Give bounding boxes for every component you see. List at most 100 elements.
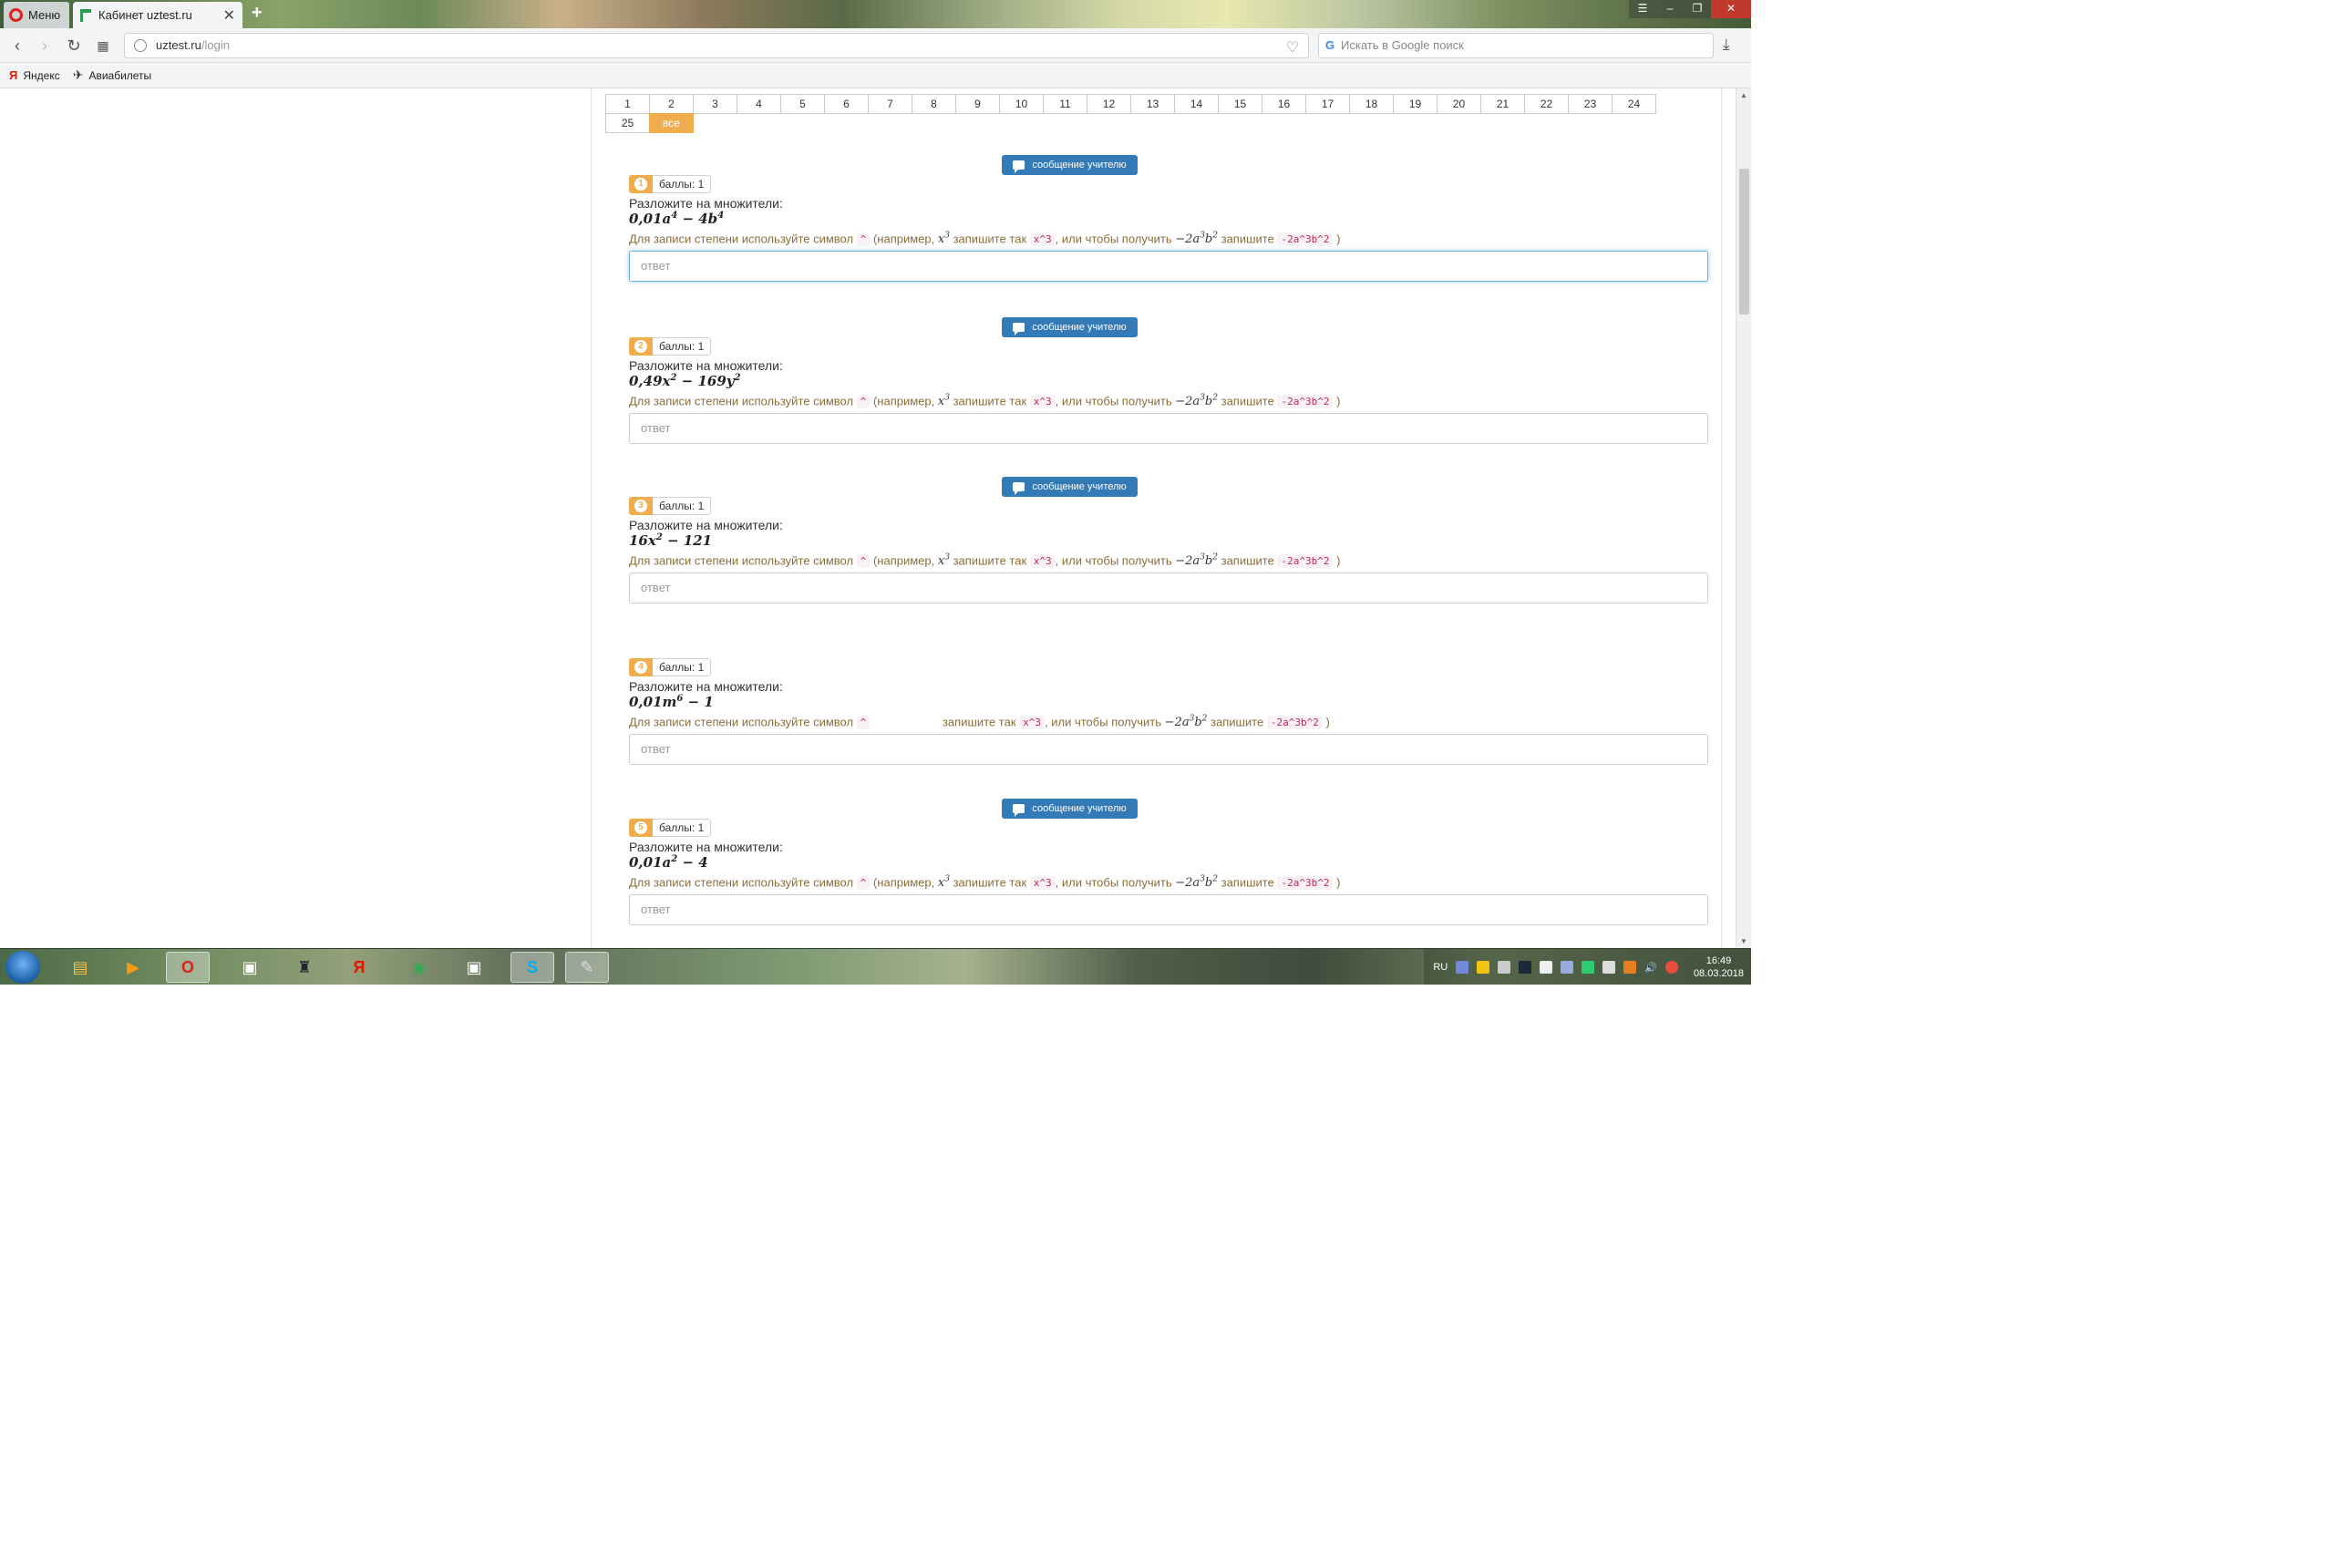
hint-text: , или чтобы получить — [1055, 232, 1172, 246]
forward-arrow-icon[interactable]: › — [35, 36, 55, 56]
tab-close-icon[interactable]: ✕ — [223, 6, 235, 25]
question-prompt: Разложите на множители: — [629, 840, 783, 854]
bookmark-yandex[interactable]: Я Яндекс — [9, 68, 60, 82]
window-menu-icon[interactable]: ☰ — [1629, 0, 1656, 18]
minimize-icon[interactable]: – — [1656, 0, 1684, 18]
hint-text: (например, — [872, 232, 935, 246]
question-number-badge: 4 — [629, 658, 653, 676]
hint-x3-code: x^3 — [1029, 232, 1056, 247]
hint-text: запишите так — [953, 232, 1027, 246]
pagination-item[interactable]: 7 — [868, 94, 912, 114]
pagination-item[interactable]: 9 — [955, 94, 1000, 114]
pagination-item[interactable]: все — [649, 113, 694, 133]
page-scrollbar[interactable]: ▲ ▼ — [1736, 88, 1751, 948]
clock[interactable]: 16:49 08.03.2018 — [1694, 954, 1744, 980]
bookmark-aviabilety[interactable]: ✈ Авиабилеты — [73, 67, 151, 83]
message-teacher-button[interactable]: сообщение учителю — [1002, 155, 1138, 175]
hint-text: ) — [1336, 394, 1341, 408]
chrome-icon[interactable]: ◉ — [397, 952, 441, 983]
answer-input[interactable]: ответ — [629, 894, 1708, 925]
pagination-item[interactable]: 18 — [1349, 94, 1394, 114]
new-tab-plus-icon[interactable]: + — [252, 3, 263, 24]
pagination-item[interactable]: 23 — [1568, 94, 1613, 114]
tray-app3-icon[interactable] — [1540, 961, 1553, 974]
pagination-item[interactable]: 22 — [1524, 94, 1569, 114]
tab-active[interactable]: Кабинет uztest.ru ✕ — [73, 2, 242, 28]
opera-taskbar-icon[interactable]: O — [166, 952, 210, 983]
pagination-item[interactable]: 20 — [1437, 94, 1481, 114]
hint-text: Для записи степени используйте символ — [629, 553, 854, 568]
pagination-item[interactable]: 1 — [605, 94, 650, 114]
pagination-item[interactable]: 8 — [912, 94, 956, 114]
answer-input[interactable]: ответ — [629, 734, 1708, 765]
pagination-item[interactable]: 21 — [1480, 94, 1525, 114]
pagination-item[interactable]: 11 — [1043, 94, 1087, 114]
message-teacher-button[interactable]: сообщение учителю — [1002, 799, 1138, 819]
hint-x3-code: x^3 — [1019, 716, 1046, 730]
pagination-item[interactable]: 13 — [1130, 94, 1175, 114]
pagination-item[interactable]: 15 — [1218, 94, 1262, 114]
search-placeholder: Искать в Google поиск — [1341, 38, 1464, 52]
scroll-down-arrow-icon[interactable]: ▼ — [1740, 937, 1747, 945]
pagination-item[interactable]: 6 — [824, 94, 869, 114]
speed-dial-grid-icon[interactable]: ▦ — [93, 36, 113, 56]
discord-tray-icon[interactable] — [1456, 961, 1469, 974]
pagination-item[interactable]: 3 — [693, 94, 737, 114]
question-prompt: Разложите на множители: — [629, 358, 783, 373]
hint-text: запишите — [1221, 232, 1274, 246]
yandex-browser-icon[interactable]: Я — [337, 952, 381, 983]
pagination-item[interactable]: 12 — [1087, 94, 1131, 114]
hint-text: запишите так — [953, 553, 1027, 568]
download-icon[interactable]: ⤓ — [1723, 36, 1730, 54]
pagination-item[interactable]: 5 — [780, 94, 825, 114]
pagination-item[interactable]: 17 — [1305, 94, 1350, 114]
heart-icon[interactable]: ♡ — [1286, 36, 1299, 60]
steam-tray-icon[interactable] — [1519, 961, 1532, 974]
skype-icon[interactable]: S — [510, 952, 554, 983]
pagination-item[interactable]: 25 — [605, 113, 650, 133]
network-icon[interactable] — [1602, 961, 1616, 974]
pagination-item[interactable]: 4 — [737, 94, 781, 114]
game-app-icon[interactable]: ♜ — [283, 952, 326, 983]
scroll-up-arrow-icon[interactable]: ▲ — [1740, 91, 1747, 99]
pagination-item[interactable]: 16 — [1262, 94, 1306, 114]
answer-input[interactable]: ответ — [629, 251, 1708, 282]
question-number-badge: 5 — [629, 819, 653, 837]
reload-icon[interactable]: ↻ — [64, 36, 84, 56]
tray-app5-icon[interactable] — [1582, 961, 1595, 974]
message-teacher-button[interactable]: сообщение учителю — [1002, 317, 1138, 337]
hint-code-2a3b2: -2a^3b^2 — [1277, 554, 1334, 569]
message-teacher-button[interactable]: сообщение учителю — [1002, 477, 1138, 497]
file-explorer-icon[interactable]: ▤ — [58, 952, 102, 983]
tray-app4-icon[interactable] — [1561, 961, 1574, 974]
tray-app2-icon[interactable] — [1498, 961, 1511, 974]
answer-input[interactable]: ответ — [629, 413, 1708, 444]
window-close-icon[interactable]: ✕ — [1711, 0, 1751, 18]
pagination-item[interactable]: 10 — [999, 94, 1044, 114]
pagination-item[interactable]: 24 — [1612, 94, 1656, 114]
opera-menu-button[interactable]: Меню — [4, 2, 69, 28]
answer-input[interactable]: ответ — [629, 573, 1708, 603]
hint-math-x3: x3 — [937, 394, 950, 409]
maximize-icon[interactable]: ❐ — [1684, 0, 1711, 18]
tray-app6-icon[interactable] — [1623, 961, 1637, 974]
volume-icon[interactable]: 🔊 — [1644, 962, 1657, 974]
scroll-thumb[interactable] — [1739, 169, 1749, 315]
url-path: /login — [201, 38, 230, 52]
pagination-item[interactable]: 2 — [649, 94, 694, 114]
media-player-icon[interactable]: ▶ — [111, 952, 155, 983]
window-app2-icon[interactable]: ▣ — [452, 952, 496, 983]
tray-app-icon[interactable] — [1477, 961, 1490, 974]
address-bar[interactable]: uztest.ru/login ♡ — [124, 33, 1309, 58]
language-indicator[interactable]: RU — [1433, 962, 1448, 973]
bookmarks-bar: Я Яндекс ✈ Авиабилеты — [0, 63, 1751, 88]
start-button[interactable] — [5, 951, 40, 984]
window-app-icon[interactable]: ▣ — [228, 952, 272, 983]
hint-x3-code: x^3 — [1029, 554, 1056, 569]
tray-app7-icon[interactable] — [1664, 961, 1678, 974]
pagination-item[interactable]: 14 — [1174, 94, 1219, 114]
pagination-item[interactable]: 19 — [1393, 94, 1437, 114]
google-search-input[interactable]: G Искать в Google поиск — [1318, 33, 1714, 58]
paint-app-icon[interactable]: ✎ — [565, 952, 609, 983]
back-arrow-icon[interactable]: ‹ — [7, 36, 27, 56]
